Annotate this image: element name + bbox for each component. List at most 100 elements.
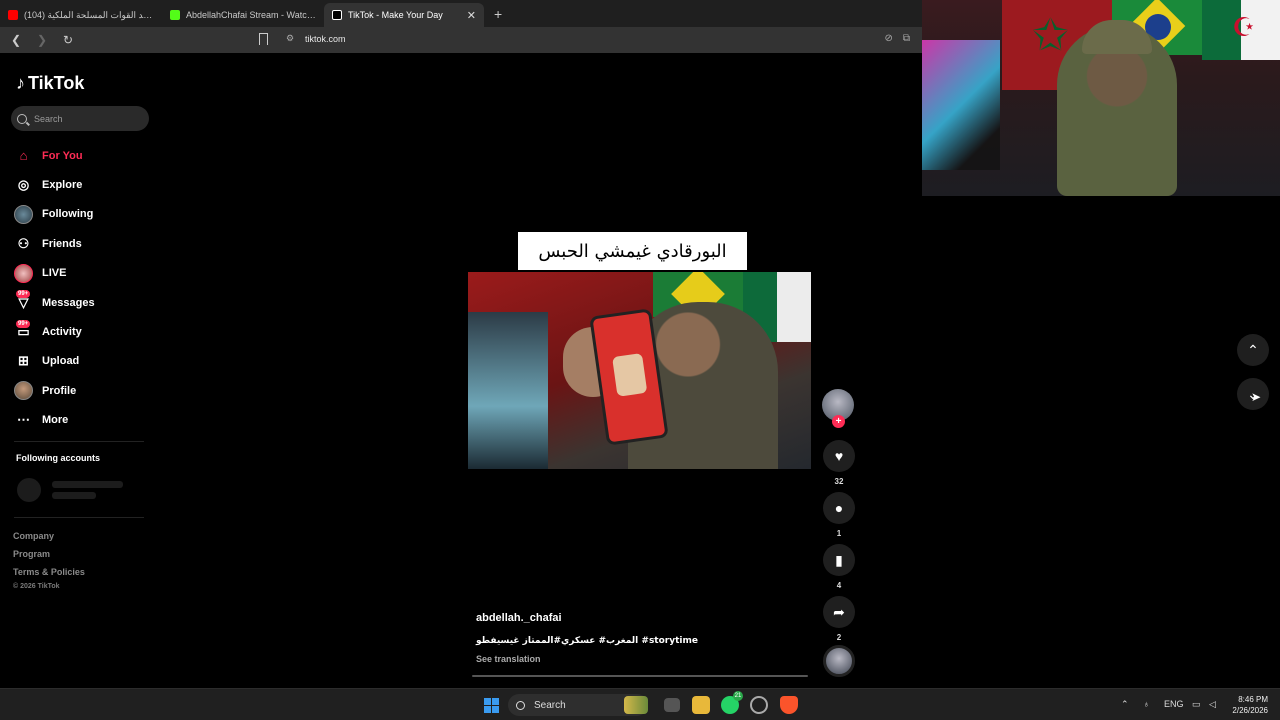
windows-taskbar: Search 21 ⌃ ♁ ENG ▭ ◁ 8:46 PM 2/26/2026 [0,688,1280,720]
browser-tab-bar: (104) نشيد القوات المسلحة الملكية Abdell… [0,0,922,27]
search-input[interactable]: Search [11,106,149,131]
live-avatar-icon [14,263,33,283]
nav-label: LIVE [42,267,67,280]
music-disc-icon[interactable] [823,645,855,677]
like-count: 32 [834,477,844,486]
nav-label: Messages [42,296,95,309]
nav-label: For You [42,149,83,162]
more-icon: ⋯ [17,412,30,428]
messages-badge: 99+ [16,290,31,299]
video-monitor [468,312,548,469]
nav-upload[interactable]: ⊞ Upload [14,347,154,376]
nav-explore[interactable]: ◎ Explore [14,170,154,199]
nav-following[interactable]: Following [14,200,154,229]
taskbar-search-label: Search [534,699,566,711]
nav-more[interactable]: ⋯ More [14,406,154,435]
nav-label: Friends [42,237,82,250]
taskbar-clock[interactable]: 8:46 PM 2/26/2026 [1228,694,1268,716]
comment-button[interactable]: ● [823,492,855,524]
site-info-icon[interactable]: ⚙ [286,33,294,44]
video-author[interactable]: abdellah._chafai [476,612,562,624]
nav-label: Explore [42,179,83,192]
comment-count: 1 [836,529,842,538]
nav-profile[interactable]: Profile [14,376,154,405]
nav-label: Following [42,208,94,221]
webcam-overlay: ✩ ☪ [922,0,1280,196]
tiktok-sidebar: ♪ TikTok Search ⌂ For You ◎ Explore Foll… [0,53,160,688]
nav-for-you[interactable]: ⌂ For You [14,141,154,170]
copyright: © 2026 TikTok [13,583,60,590]
tab-tiktok[interactable]: TikTok - Make Your Day ✕ [324,3,484,27]
nav-label: Upload [42,355,80,368]
compass-icon: ◎ [17,177,30,193]
video-overlay-caption: البورقادي غيمشي الحبس [518,232,747,270]
bookmark-icon[interactable] [259,33,268,45]
tiktok-favicon-icon [332,10,342,20]
mouse-cursor-icon: ➤ [1251,390,1262,404]
widget-icon[interactable] [624,696,648,714]
youtube-icon [8,10,18,20]
video-description: المغرب# عسكري#الممتاز غيسيفطو #storytime [476,636,698,646]
heart-icon: ♥ [834,448,844,464]
clock-date: 2/26/2026 [1232,706,1268,715]
bookmark-icon: ▮ [835,551,843,568]
divider [14,441,144,442]
volume-icon[interactable]: ◁ [1209,699,1216,710]
whatsapp-badge: 21 [733,691,743,701]
back-icon[interactable]: ❮ [6,33,26,47]
tab-label: AbdellahChafai Stream - Watch Live [186,10,316,20]
extension-icons[interactable]: ⊘⧉ [884,33,920,44]
follow-plus-icon[interactable]: + [832,415,845,428]
see-translation-link[interactable]: See translation [476,654,541,664]
nav-label: Activity [42,326,82,339]
messages-icon: ▽ 99+ [16,290,31,310]
nav-messages[interactable]: ▽ 99+ Messages [14,288,154,317]
search-icon [17,113,27,124]
share-button[interactable]: ➦ [823,596,855,628]
reload-icon[interactable]: ↻ [58,33,78,47]
forward-icon[interactable]: ❯ [32,33,52,47]
friends-icon: ⚇ [17,235,30,251]
footer-company-link[interactable]: Company [13,531,54,541]
tab-youtube[interactable]: (104) نشيد القوات المسلحة الملكية [0,3,162,27]
avatar-icon [14,204,33,224]
like-button[interactable]: ♥ [823,440,855,472]
nav-friends[interactable]: ⚇ Friends [14,229,154,258]
display-icon[interactable]: ▭ [1192,699,1201,710]
tray-chevron-icon[interactable]: ⌃ [1121,699,1129,710]
new-tab-button[interactable]: + [494,6,502,22]
save-count: 4 [836,581,842,590]
nav-activity[interactable]: ▭ 99+ Activity [14,317,154,346]
close-tab-icon[interactable]: ✕ [467,9,476,22]
steam-icon[interactable] [750,696,768,714]
video-progress-bar[interactable] [472,675,808,677]
footer-terms-link[interactable]: Terms & Policies [13,567,85,577]
brave-icon[interactable] [780,696,798,714]
address-bar: ❮ ❯ ↻ ⚙ tiktok.com ⊘⧉ [0,27,922,53]
tab-kick[interactable]: AbdellahChafai Stream - Watch Live [162,3,324,27]
clock-time: 8:46 PM [1238,695,1268,704]
microphone-icon[interactable]: ♁ [1143,699,1150,709]
language-indicator[interactable]: ENG [1164,699,1184,709]
activity-icon: ▭ 99+ [16,319,31,340]
upload-icon: ⊞ [18,353,29,369]
skeleton-line [52,481,123,488]
profile-avatar-icon [14,381,33,401]
tiktok-logo[interactable]: ♪ TikTok [16,73,84,94]
comment-icon: ● [834,500,844,516]
nav-live[interactable]: LIVE [14,259,154,288]
previous-video-button[interactable]: ⌃ [1237,334,1269,366]
video-player[interactable] [468,272,811,469]
footer-program-link[interactable]: Program [13,549,50,559]
start-button[interactable] [484,698,499,713]
search-icon [516,700,525,710]
main-nav: ⌂ For You ◎ Explore Following ⚇ Friends … [14,141,154,435]
task-view-icon[interactable] [664,698,680,712]
tab-label: TikTok - Make Your Day [348,10,443,20]
divider [14,517,144,518]
url-field[interactable]: tiktok.com [305,34,346,44]
share-icon: ➦ [833,603,845,620]
save-button[interactable]: ▮ [823,544,855,576]
home-icon: ⌂ [19,148,28,164]
file-explorer-icon[interactable] [692,696,710,714]
